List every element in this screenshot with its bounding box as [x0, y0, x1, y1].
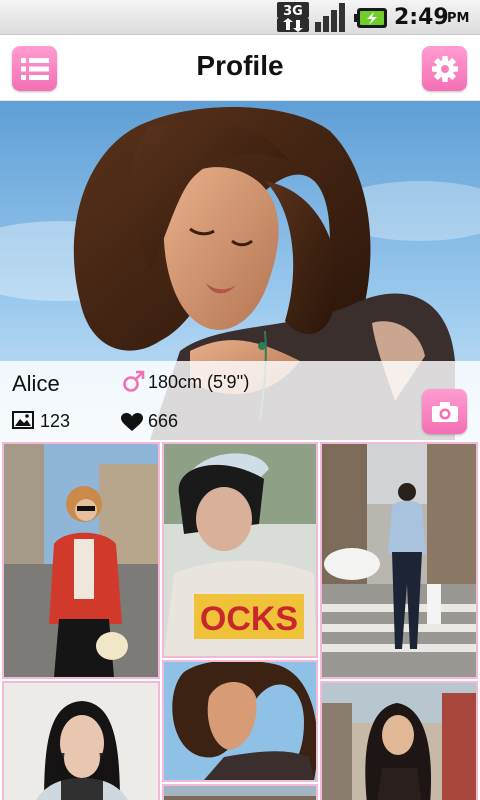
grid-photo-black-hair[interactable] [2, 681, 160, 800]
shirt-text: OCKS [200, 600, 298, 638]
camera-icon [431, 401, 458, 422]
clock-ampm: PM [447, 11, 470, 26]
heart-icon [121, 413, 143, 431]
portrait-black-hair-photo [4, 683, 158, 800]
profile-name: Alice [12, 371, 60, 396]
bandana-photo: OCKS [164, 444, 316, 656]
street-crosswalk-photo [322, 444, 476, 677]
grid-photo-wavy-hair[interactable] [162, 660, 318, 782]
battery-icon [354, 8, 387, 28]
grid-photo-partial[interactable] [162, 784, 318, 800]
signal-icon [315, 3, 345, 32]
partial-photo [164, 786, 316, 800]
street-long-hair-photo [322, 683, 476, 800]
like-count: 666 [148, 411, 179, 431]
photo-count: 123 [40, 411, 71, 431]
settings-button[interactable] [422, 46, 467, 91]
page-title: Profile [196, 50, 284, 81]
grid-photo-bandana[interactable]: OCKS [162, 442, 318, 658]
profile-cover-photo: Alice 180cm (5'9'') 123 666 [0, 101, 480, 440]
profile-height: 180cm (5'9'') [148, 372, 250, 392]
wavy-hair-photo [164, 662, 316, 780]
title-bar: Profile [0, 36, 480, 101]
picture-icon [12, 411, 34, 429]
status-bar: 3G 2:49 PM [0, 0, 480, 35]
grid-photo-red-jacket[interactable] [2, 442, 160, 679]
grid-photo-crosswalk[interactable] [320, 442, 478, 679]
network-label: 3G [283, 4, 303, 19]
profile-info-panel: Alice 180cm (5'9'') 123 666 [0, 361, 480, 440]
red-jacket-photo [4, 444, 158, 677]
camera-button[interactable] [422, 389, 467, 434]
network-3g-icon: 3G [277, 2, 309, 32]
gear-icon [431, 55, 458, 82]
grid-photo-street-long-hair[interactable] [320, 681, 478, 800]
clock: 2:49 [394, 5, 449, 30]
male-icon [123, 370, 145, 392]
photo-grid: OCKS [0, 440, 480, 800]
